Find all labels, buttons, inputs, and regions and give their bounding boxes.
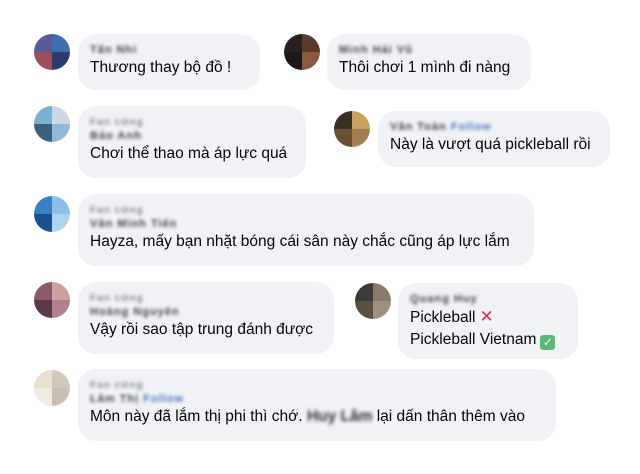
comment-bubble: Fan cứng Lâm Thị Follow Môn này đã lắm t… bbox=[78, 369, 556, 441]
follow-link[interactable]: Follow bbox=[451, 120, 492, 134]
cross-mark-icon: ✕ bbox=[479, 307, 494, 326]
comment-text: Hayza, mấy bạn nhặt bóng cái sân này chắ… bbox=[90, 233, 510, 250]
comment-text: Môn này đã lắm thị phi thì chớ. Huy Lâm … bbox=[90, 406, 544, 428]
comment-text-part: lại dấn thân thêm vào bbox=[376, 408, 525, 425]
avatar[interactable] bbox=[334, 111, 370, 147]
comment-author[interactable]: Văn Minh Tiến bbox=[90, 217, 177, 231]
avatar[interactable] bbox=[34, 370, 70, 406]
avatar[interactable] bbox=[284, 34, 320, 70]
comment-bubble: Văn Toàn Follow Này là vượt quá pickleba… bbox=[378, 111, 610, 167]
comment-text: Pickleball Vietnam bbox=[410, 331, 537, 348]
comment-bubble: Minh Hải Vũ Thôi chơi 1 mình đi nàng bbox=[327, 34, 531, 90]
avatar[interactable] bbox=[34, 34, 70, 70]
comment-author[interactable]: Minh Hải Vũ bbox=[339, 43, 413, 57]
avatar[interactable] bbox=[355, 283, 391, 319]
fan-badge: Fan cứng bbox=[90, 205, 144, 216]
comment-author[interactable]: Tấn Nhi bbox=[90, 43, 137, 57]
comment-author[interactable]: Hoàng Nguyên bbox=[90, 305, 180, 319]
fan-badge: Fan cứng bbox=[90, 293, 144, 304]
comment-text: Pickleball bbox=[410, 309, 476, 326]
comment-text: Thương thay bộ đồ ! bbox=[90, 59, 232, 76]
fan-badge: Fan cứng bbox=[90, 380, 144, 391]
comment-bubble: Fan cứng Bảo Anh Chơi thể thao mà áp lực… bbox=[78, 106, 306, 178]
mention-link[interactable]: Huy Lâm bbox=[307, 408, 372, 425]
comment-author[interactable]: Lâm Thị bbox=[90, 392, 139, 406]
comment-author[interactable]: Quang Huy bbox=[410, 292, 478, 306]
comment-text-part: Môn này đã lắm thị phi thì chớ. bbox=[90, 408, 303, 425]
avatar[interactable] bbox=[34, 282, 70, 318]
comment-text-line-2: Pickleball Vietnam ✓ bbox=[410, 329, 566, 351]
comment-bubble: Quang Huy Pickleball ✕ Pickleball Vietnam… bbox=[398, 283, 578, 359]
comment-author[interactable]: Văn Toàn bbox=[390, 120, 447, 134]
comment-bubble: Fan cứng Hoàng Nguyên Vậy rồi sao tập tr… bbox=[78, 282, 334, 354]
avatar[interactable] bbox=[34, 106, 70, 142]
avatar[interactable] bbox=[34, 196, 70, 232]
follow-link[interactable]: Follow bbox=[143, 392, 184, 406]
comment-text: Này là vượt quá pickleball rồi bbox=[390, 136, 591, 153]
comment-bubble: Tấn Nhi Thương thay bộ đồ ! bbox=[78, 34, 260, 90]
fan-badge: Fan cứng bbox=[90, 117, 144, 128]
comment-text: Chơi thể thao mà áp lực quá bbox=[90, 145, 288, 162]
comment-text: Thôi chơi 1 mình đi nàng bbox=[339, 59, 511, 76]
comment-author[interactable]: Bảo Anh bbox=[90, 129, 142, 143]
comment-text: Vậy rồi sao tập trung đánh được bbox=[90, 321, 314, 338]
comment-bubble: Fan cứng Văn Minh Tiến Hayza, mấy bạn nh… bbox=[78, 194, 534, 266]
comment-text-line-1: Pickleball ✕ bbox=[410, 306, 566, 329]
check-mark-icon: ✓ bbox=[540, 335, 556, 350]
